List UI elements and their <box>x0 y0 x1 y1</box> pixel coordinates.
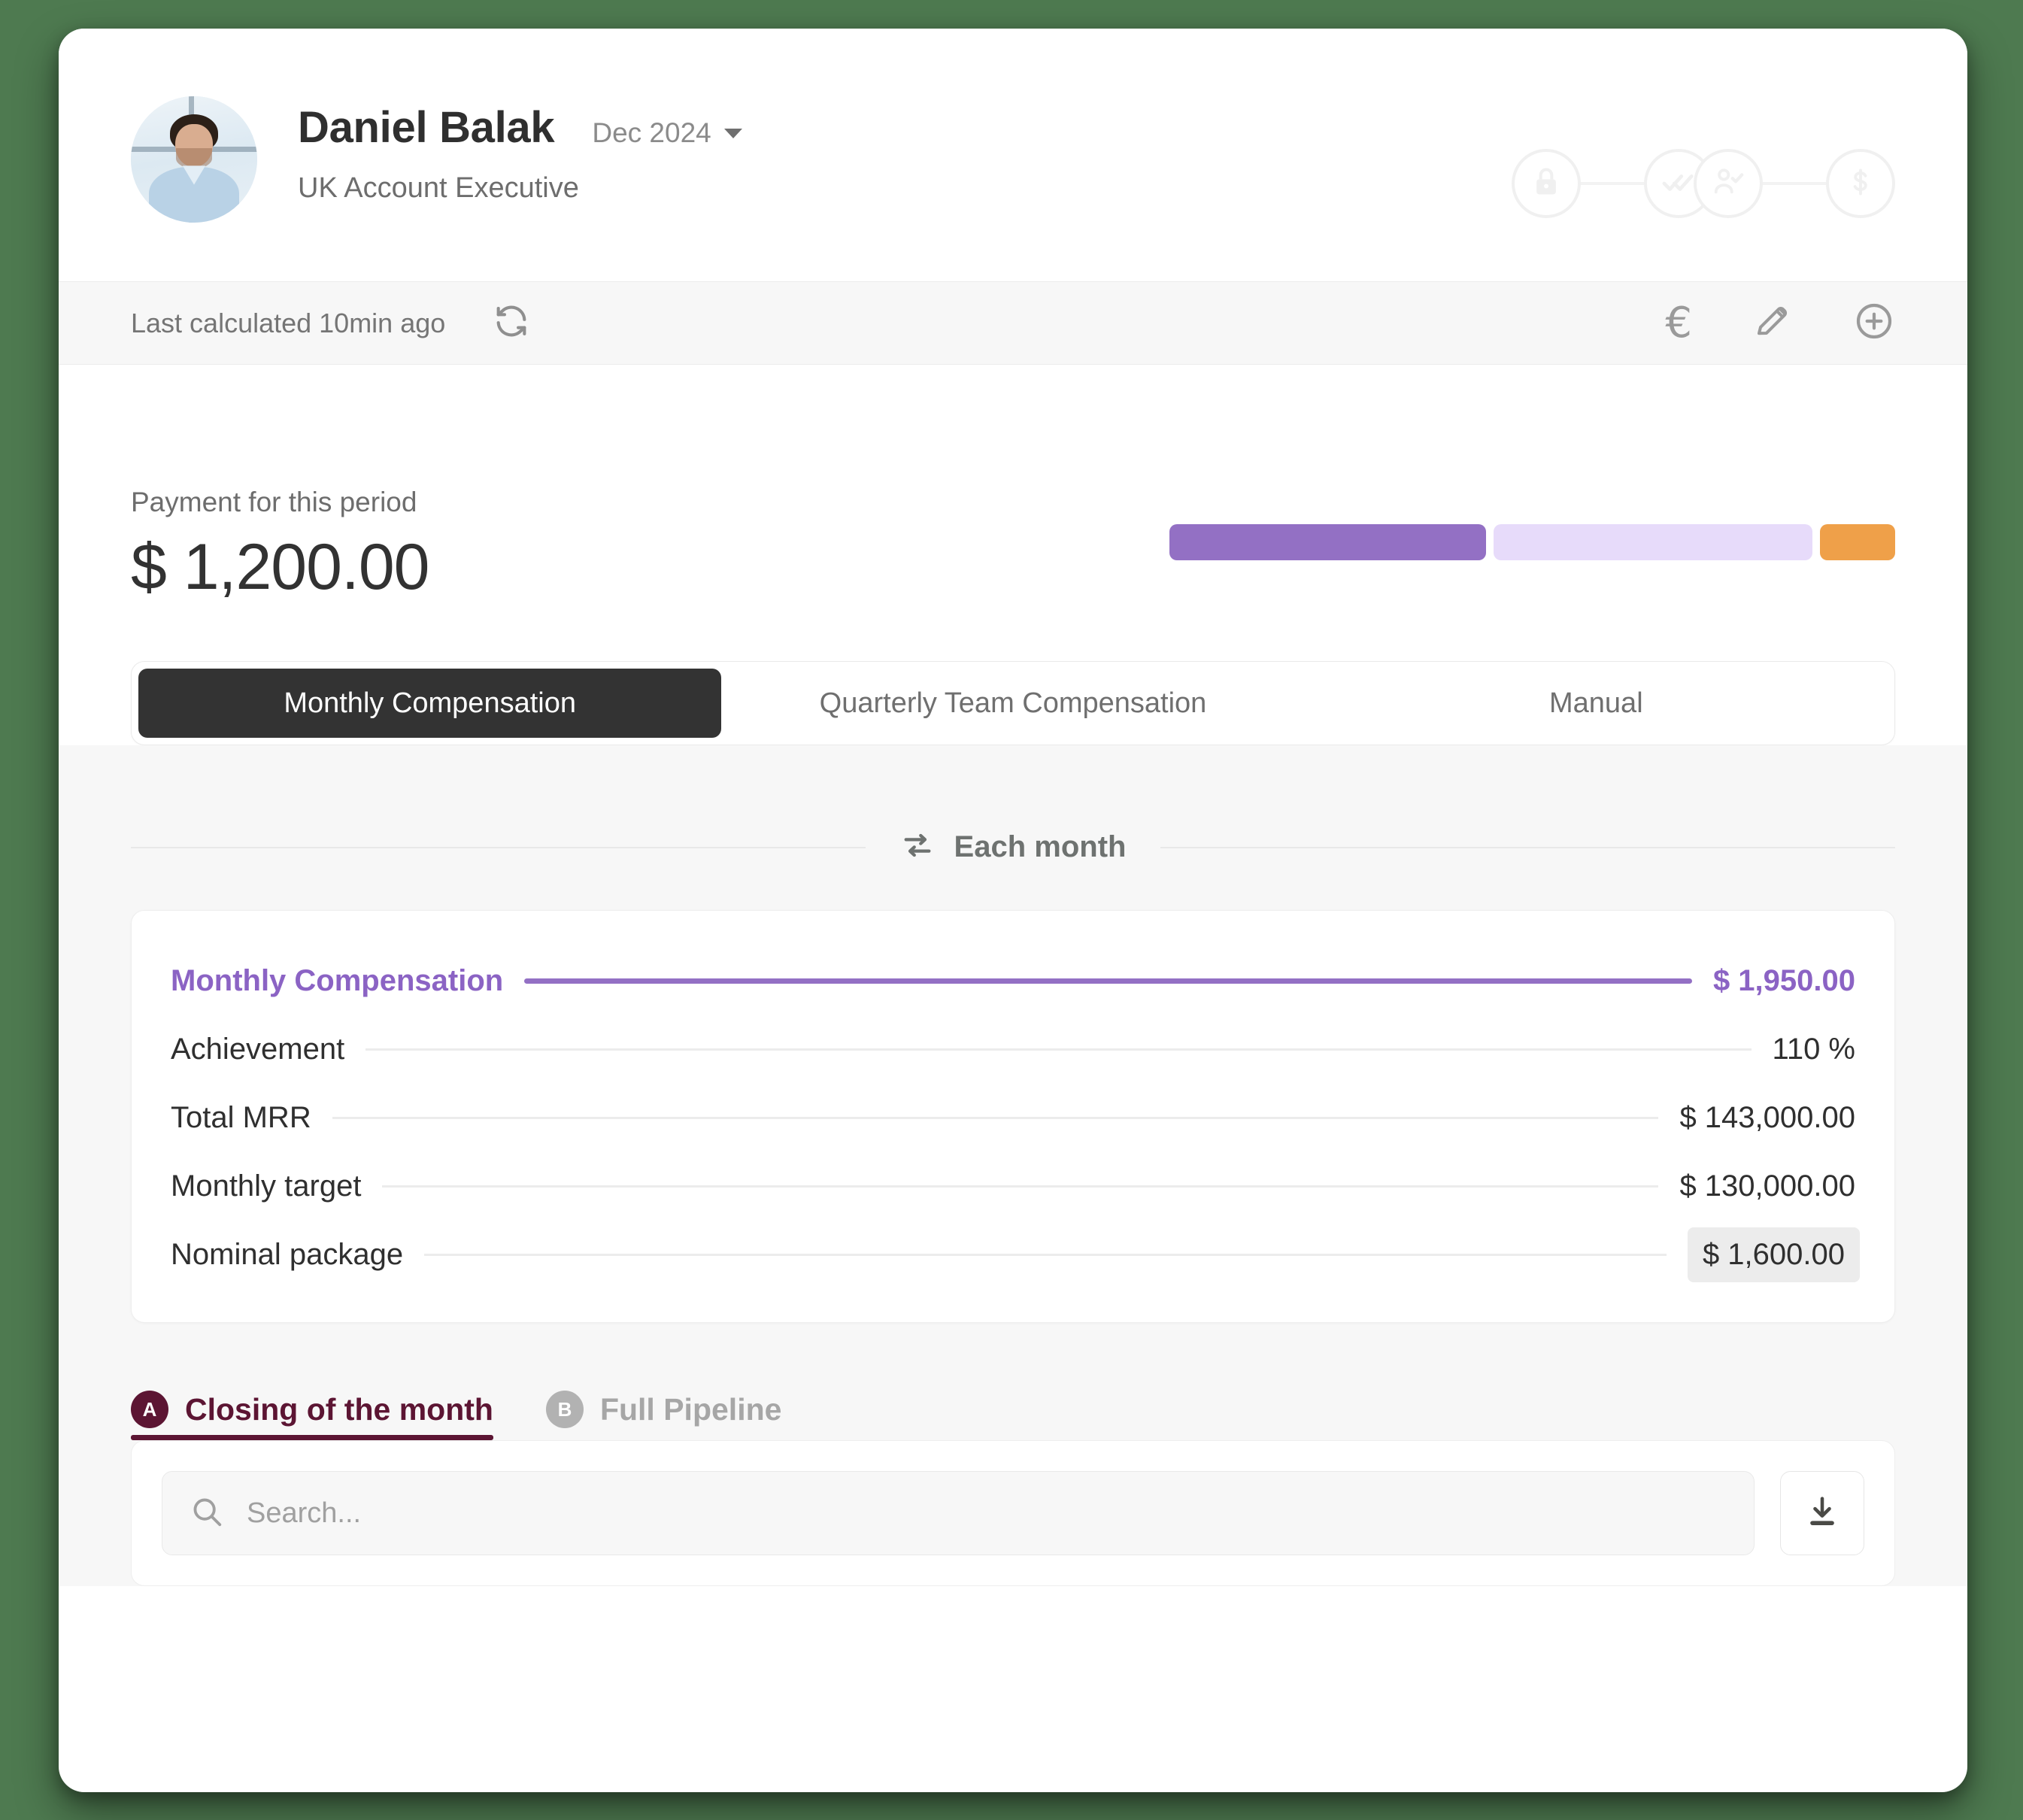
chevron-down-icon <box>723 128 742 138</box>
frequency-divider: Each month <box>131 745 1895 866</box>
double-check-icon <box>1661 165 1696 203</box>
row-connector <box>382 1185 1659 1188</box>
euro-icon: € <box>1665 298 1692 347</box>
lock-icon <box>1530 165 1563 202</box>
subtab-badge: A <box>131 1391 168 1428</box>
row-connector <box>424 1254 1667 1256</box>
row-label: Total MRR <box>171 1101 311 1134</box>
search-box[interactable] <box>162 1471 1755 1555</box>
plan-tabs: Monthly Compensation Quarterly Team Comp… <box>131 661 1895 745</box>
search-icon <box>190 1494 224 1533</box>
repeat-icon <box>900 828 935 866</box>
last-calculated-label: Last calculated 10min ago <box>131 307 446 338</box>
frequency-label: Each month <box>954 830 1127 863</box>
progress-bar <box>1169 524 1895 560</box>
row-label: Nominal package <box>171 1238 404 1271</box>
dataset-subtabs: A Closing of the month B Full Pipeline <box>131 1371 1895 1440</box>
row-value: $ 130,000.00 <box>1679 1169 1855 1203</box>
subtab-full-pipeline[interactable]: B Full Pipeline <box>545 1391 782 1440</box>
row-connector <box>332 1117 1659 1119</box>
row-connector <box>365 1048 1752 1051</box>
row-value: $ 143,000.00 <box>1679 1101 1855 1134</box>
records-panel <box>131 1440 1895 1586</box>
app-window: Daniel Balak Dec 2024 UK Account Executi… <box>59 29 1967 1792</box>
period-selector[interactable]: Dec 2024 <box>592 117 742 149</box>
stepper-connector <box>1763 182 1826 185</box>
plan-tabs-container: Monthly Compensation Quarterly Team Comp… <box>59 661 1967 745</box>
plan-body: Each month Monthly Compensation $ 1,950.… <box>59 745 1967 1586</box>
refresh-icon <box>492 302 531 344</box>
page-title: Daniel Balak <box>298 103 555 152</box>
person-check-icon <box>1711 165 1745 203</box>
table-row: Monthly target $ 130,000.00 <box>171 1152 1855 1221</box>
table-row: Total MRR $ 143,000.00 <box>171 1084 1855 1152</box>
role-subtitle: UK Account Executive <box>298 172 579 204</box>
step-paid[interactable] <box>1826 149 1895 218</box>
status-stepper <box>1512 149 1895 218</box>
step-lock[interactable] <box>1512 149 1581 218</box>
divider-rule-left <box>131 846 866 848</box>
download-icon <box>1803 1492 1842 1535</box>
row-label: Monthly Compensation <box>171 964 504 997</box>
tab-label: Manual <box>1549 687 1643 719</box>
subtab-label: Full Pipeline <box>599 1391 782 1427</box>
row-connector <box>524 978 1692 984</box>
period-label: Dec 2024 <box>592 117 711 148</box>
step-person-approved[interactable] <box>1694 149 1763 218</box>
tab-manual[interactable]: Manual <box>1305 669 1888 738</box>
pencil-icon <box>1752 301 1793 345</box>
row-label: Monthly target <box>171 1169 362 1203</box>
calculation-toolbar: Last calculated 10min ago € <box>59 282 1967 365</box>
row-value: $ 1,950.00 <box>1712 964 1855 997</box>
currency-button[interactable]: € <box>1665 302 1692 344</box>
payment-label: Payment for this period <box>131 487 417 517</box>
tab-label: Quarterly Team Compensation <box>819 687 1207 719</box>
payment-summary: Payment for this period $ 1,200.00 <box>59 365 1967 661</box>
divider-rule-right <box>1160 846 1895 848</box>
avatar <box>131 96 257 223</box>
tab-quarterly-team-compensation[interactable]: Quarterly Team Compensation <box>721 669 1304 738</box>
progress-segment-remaining <box>1494 524 1812 560</box>
table-row: Monthly Compensation $ 1,950.00 <box>171 947 1855 1015</box>
edit-button[interactable] <box>1752 301 1793 345</box>
progress-segment-achieved <box>1169 524 1486 560</box>
identity-block: Daniel Balak Dec 2024 UK Account Executi… <box>298 96 742 205</box>
row-label: Achievement <box>171 1033 345 1066</box>
refresh-button[interactable] <box>492 302 531 344</box>
compensation-detail-card: Monthly Compensation $ 1,950.00 Achievem… <box>131 910 1895 1323</box>
plus-circle-icon <box>1853 300 1895 346</box>
payment-amount: $ 1,200.00 <box>131 531 429 603</box>
search-input[interactable] <box>247 1497 1727 1530</box>
add-button[interactable] <box>1853 300 1895 346</box>
subtab-label: Closing of the month <box>185 1391 493 1427</box>
table-row: Achievement 110 % <box>171 1015 1855 1084</box>
subtab-badge: B <box>545 1391 584 1428</box>
dollar-icon <box>1844 165 1877 202</box>
table-row: Nominal package $ 1,600.00 <box>171 1221 1860 1289</box>
stepper-connector <box>1581 182 1644 185</box>
tab-label: Monthly Compensation <box>284 687 576 719</box>
profile-header: Daniel Balak Dec 2024 UK Account Executi… <box>59 29 1967 282</box>
progress-segment-bonus <box>1820 524 1895 560</box>
subtab-closing-of-the-month[interactable]: A Closing of the month <box>131 1391 493 1440</box>
tab-monthly-compensation[interactable]: Monthly Compensation <box>138 669 722 738</box>
download-button[interactable] <box>1780 1471 1864 1555</box>
row-value-editable[interactable]: $ 1,600.00 <box>1687 1227 1860 1282</box>
row-value: 110 % <box>1772 1033 1855 1066</box>
